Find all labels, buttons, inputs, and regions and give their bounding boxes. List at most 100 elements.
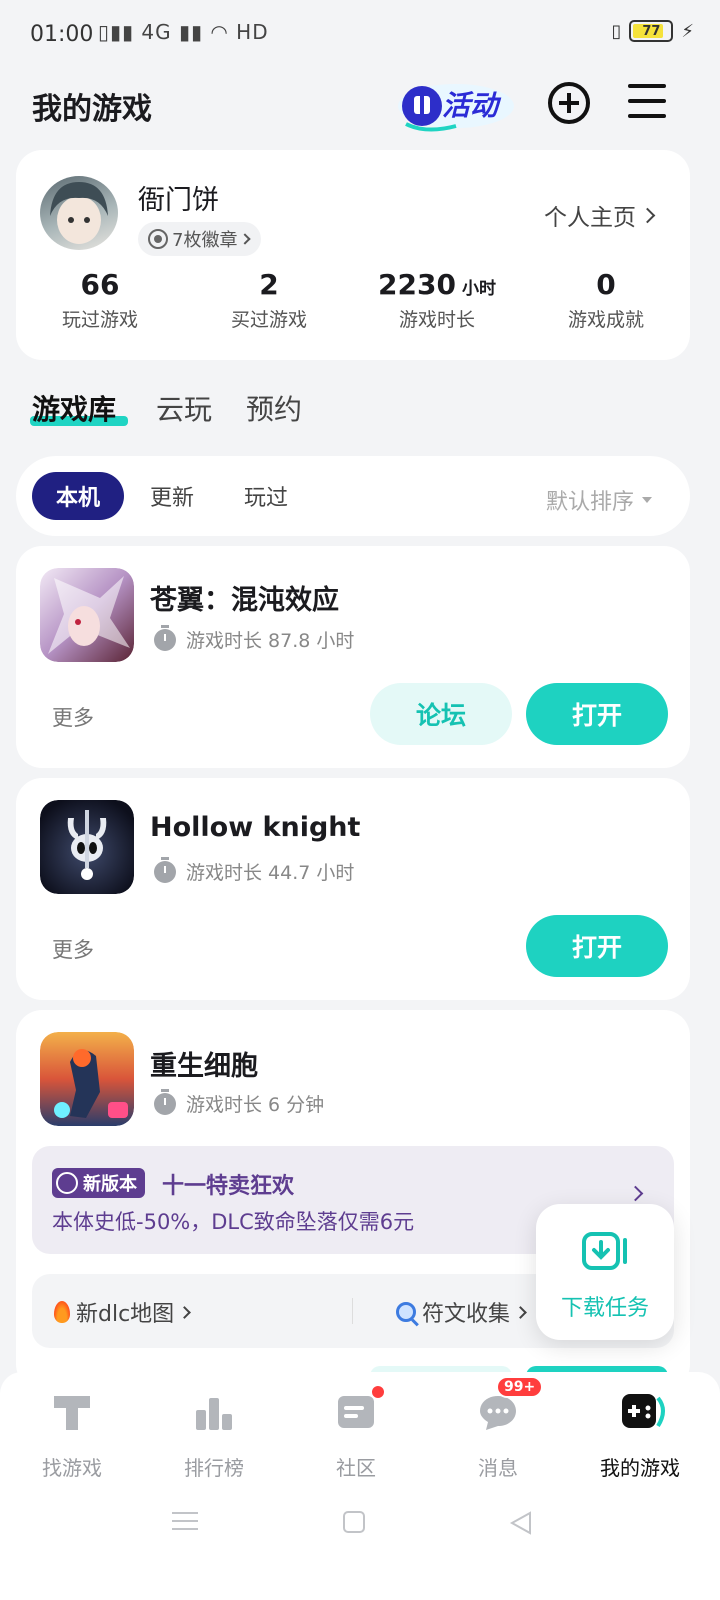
game-playtime: 游戏时长 87.8 小时 [154, 624, 355, 653]
tag-new-dlc-map[interactable]: 新dlc地图 [54, 1296, 192, 1328]
stat-label: 买过游戏 [230, 309, 307, 331]
signal-icon-2: ▮▮ [178, 20, 203, 44]
avatar[interactable] [40, 176, 118, 250]
system-home-button[interactable] [342, 1510, 366, 1538]
network-indicator: ▯▮▮ 4G ▮▮ ◠ HD [98, 20, 269, 44]
system-back-button[interactable] [508, 1510, 534, 1540]
stat-play-time[interactable]: 2230 小时 游戏时长 [352, 268, 522, 332]
sort-dropdown[interactable]: 默认排序 [546, 484, 653, 516]
stat-label: 玩过游戏 [61, 309, 138, 331]
game-icon[interactable] [40, 1032, 134, 1126]
activity-label[interactable]: 活动 [442, 84, 498, 124]
divider [352, 1298, 353, 1324]
nav-my-games[interactable]: 我的游戏 [568, 1390, 712, 1481]
notification-dot [370, 1384, 386, 1400]
tag-label: 符文收集 [422, 1302, 511, 1327]
gamepad-icon [618, 1390, 665, 1434]
menu-line [628, 114, 666, 118]
nav-find-games[interactable]: 找游戏 [0, 1390, 144, 1481]
stat-value: 2230 [378, 268, 456, 301]
chevron-right-icon [178, 1305, 192, 1319]
stat-label: 游戏时长 [398, 309, 475, 331]
wifi-label: HD [236, 20, 269, 44]
page-title: 我的游戏 [32, 92, 152, 127]
status-right: ▯ 77 ⚡ [611, 20, 694, 42]
promo-tag: 新版本 [52, 1168, 145, 1198]
more-link[interactable]: 更多 [52, 934, 94, 964]
stat-value: 2 [259, 268, 279, 301]
badges-button[interactable]: 7枚徽章 [138, 222, 262, 256]
network-type: 4G [141, 20, 172, 44]
promo-title: 十一特卖狂欢 [162, 1174, 295, 1199]
medal-icon [148, 229, 168, 249]
stat-achievements[interactable]: 0 游戏成就 [521, 268, 691, 332]
vibrate-icon: ▯ [611, 20, 622, 42]
nav-label: 排行榜 [184, 1456, 244, 1480]
caret-down-icon [642, 497, 653, 503]
signal-icon: ▯▮▮ [98, 20, 135, 44]
stat-bought-games[interactable]: 2 买过游戏 [184, 268, 354, 332]
stat-value: 0 [596, 268, 616, 301]
game-icon[interactable] [40, 800, 134, 894]
promo-description: 本体史低-50%，DLC致命坠落仅需6元 [52, 1210, 415, 1234]
tab-cloud[interactable]: 云玩 [156, 388, 212, 428]
timer-icon [154, 624, 176, 651]
chevron-right-icon [639, 207, 656, 223]
menu-line [628, 99, 666, 103]
sort-label: 默认排序 [546, 490, 635, 515]
stat-label: 游戏成就 [567, 309, 644, 331]
stat-unit: 小时 [461, 279, 496, 299]
filter-updates[interactable]: 更新 [126, 472, 218, 520]
chevron-right-icon [239, 233, 252, 245]
stat-played-games[interactable]: 66 玩过游戏 [15, 268, 185, 332]
timer-icon [154, 1088, 176, 1115]
more-link[interactable]: 更多 [52, 702, 94, 732]
nav-label: 找游戏 [42, 1456, 102, 1480]
homepage-label: 个人主页 [544, 205, 636, 231]
game-title: Hollow knight [150, 812, 361, 843]
battery-level: 77 [642, 23, 661, 39]
ranking-icon [192, 1390, 236, 1434]
menu-button[interactable] [628, 84, 666, 118]
filter-local[interactable]: 本机 [32, 472, 125, 520]
badges-label: 7枚徽章 [172, 230, 238, 251]
nav-label: 消息 [478, 1456, 518, 1480]
community-icon [334, 1384, 386, 1434]
username: 衙门饼 [138, 185, 219, 216]
message-icon: 99+ [476, 1376, 544, 1434]
charging-icon: ⚡ [681, 20, 694, 42]
add-button[interactable] [548, 82, 590, 124]
nav-messages[interactable]: 99+ 消息 [426, 1376, 570, 1481]
nav-ranking[interactable]: 排行榜 [142, 1390, 286, 1481]
status-time: 01:00 [30, 22, 94, 47]
tab-library[interactable]: 游戏库 [32, 388, 116, 428]
open-button[interactable]: 打开 [526, 915, 668, 977]
tag-rune-collection[interactable]: 符文收集 [396, 1296, 527, 1328]
nav-community[interactable]: 社区 [284, 1384, 428, 1481]
battery-icon: 77 [629, 20, 674, 42]
game-title: 苍翼：混沌效应 [150, 585, 339, 616]
open-button[interactable]: 打开 [526, 683, 668, 745]
download-icon [582, 1232, 627, 1270]
nav-label: 我的游戏 [600, 1456, 680, 1480]
filter-played[interactable]: 玩过 [220, 472, 312, 520]
playtime-text: 游戏时长 6 分钟 [186, 1094, 325, 1116]
game-title: 重生细胞 [150, 1051, 258, 1082]
system-menu-button[interactable] [172, 1510, 198, 1536]
fire-icon [54, 1301, 70, 1323]
nav-label: 社区 [336, 1456, 376, 1480]
game-playtime: 游戏时长 6 分钟 [154, 1088, 325, 1117]
forum-button[interactable]: 论坛 [370, 683, 512, 745]
magnifier-icon [396, 1302, 416, 1322]
find-game-icon [50, 1390, 94, 1434]
playtime-text: 游戏时长 87.8 小时 [186, 630, 355, 652]
menu-line [628, 84, 666, 88]
homepage-link[interactable]: 个人主页 [544, 198, 656, 232]
update-icon [56, 1172, 78, 1194]
tag-label: 新dlc地图 [76, 1302, 175, 1327]
promo-tag-label: 新版本 [83, 1174, 137, 1195]
game-icon[interactable] [40, 568, 134, 662]
timer-icon [154, 856, 176, 883]
download-tasks-label: 下载任务 [560, 1296, 649, 1321]
tab-reservation[interactable]: 预约 [246, 388, 302, 428]
